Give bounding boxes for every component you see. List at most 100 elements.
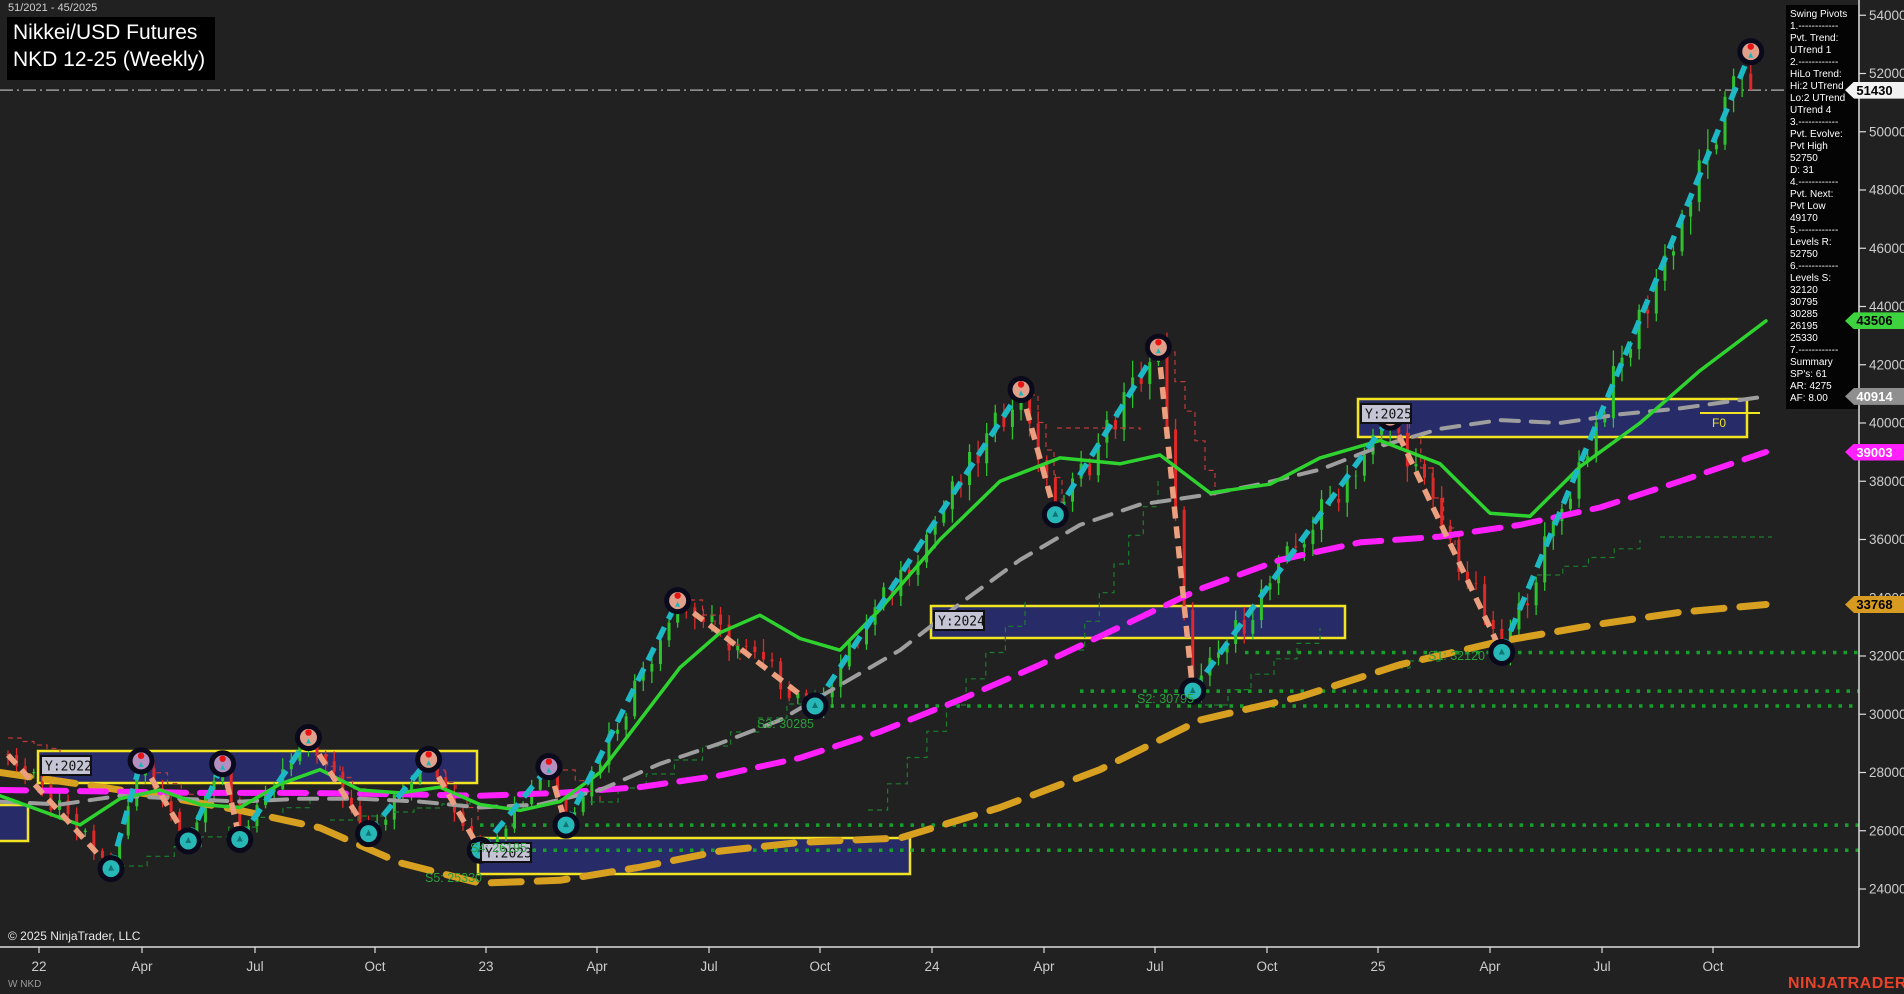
- ninjatrader-logo: NINJATRADER: [1788, 975, 1904, 992]
- x-tick-label: Jul: [1593, 959, 1610, 974]
- pivot-high-dot: [545, 758, 553, 765]
- x-tick-label: Apr: [586, 959, 608, 974]
- x-tick-label: Oct: [364, 959, 385, 974]
- support-level-label: S4: 26195: [470, 841, 527, 855]
- ma-fast-green: [0, 319, 1768, 827]
- side-panel-line: Levels R:: [1790, 237, 1832, 248]
- pivot-high-dot: [1155, 339, 1162, 346]
- y-tick-label: 42000: [1869, 357, 1904, 372]
- side-panel-line: AR: 4275: [1790, 381, 1832, 392]
- x-tick-label: Apr: [1033, 959, 1055, 974]
- y-tick-label: 30000: [1869, 707, 1904, 722]
- fib-label: F0: [1712, 416, 1726, 430]
- side-panel-line: 7.------------: [1790, 345, 1839, 356]
- y-tick-label: 36000: [1869, 532, 1904, 547]
- x-tick-label: 24: [924, 959, 940, 974]
- y-tick-label: 40000: [1869, 416, 1904, 431]
- year-chip-label: Y:2025: [1365, 408, 1412, 423]
- series-label: W NKD: [8, 979, 42, 990]
- pivot-high-dot: [1017, 381, 1025, 388]
- instrument-title: Nikkei/USD Futures NKD 12-25 (Weekly): [7, 17, 216, 80]
- side-panel-line: SP's: 61: [1790, 369, 1827, 380]
- y-tick-label: 38000: [1869, 474, 1904, 489]
- x-tick-label: 25: [1370, 959, 1385, 974]
- instrument-contract: NKD 12-25 (Weekly): [13, 47, 206, 71]
- side-panel-line: Swing Pivots: [1790, 9, 1848, 20]
- x-tick-label: Jul: [700, 959, 717, 974]
- pivot-high-dot: [305, 729, 312, 736]
- green-trail-step-line: [120, 798, 311, 867]
- y-tick-label: 28000: [1869, 765, 1904, 780]
- price-tag-last-price: 51430: [1845, 81, 1904, 99]
- side-panel-line: Pvt High: [1790, 141, 1828, 152]
- year-chip-label: Y:2022: [45, 760, 92, 775]
- x-tick-label: 22: [31, 959, 46, 974]
- price-tag-slow-ma: 39003: [1845, 443, 1904, 461]
- side-panel-line: Pvt Low: [1790, 201, 1826, 212]
- x-tick-label: Jul: [246, 959, 263, 974]
- zigzag-up-leg: [1499, 50, 1754, 654]
- support-levels: [480, 650, 1859, 853]
- year-box: [0, 803, 30, 843]
- year-box: [929, 604, 1347, 640]
- visible-range-label: 51/2021 - 45/2025: [8, 2, 98, 14]
- instrument-name: Nikkei/USD Futures: [13, 21, 198, 44]
- y-tick-label: 44000: [1869, 299, 1904, 314]
- side-panel-line: 52750: [1790, 153, 1818, 164]
- x-tick-label: Oct: [809, 959, 830, 974]
- x-tick-label: Apr: [1479, 959, 1501, 974]
- side-panel-line: Levels S:: [1790, 273, 1832, 284]
- x-tick-label: Oct: [1702, 959, 1723, 974]
- zigzag-up-leg: [1190, 415, 1393, 693]
- side-panel-line: 30795: [1790, 297, 1818, 308]
- side-panel-line: UTrend 1: [1790, 45, 1832, 56]
- swing-pivots-panel: Swing Pivots 1.------------ Pvt. Trend: UTr…: [1786, 5, 1858, 409]
- green-trail-step-line: [590, 690, 816, 803]
- x-tick-label: Apr: [131, 959, 153, 974]
- side-panel-line: 1.------------: [1790, 21, 1839, 32]
- red-trail-step-line: [1057, 427, 1141, 430]
- side-panel-line: 52750: [1790, 249, 1818, 260]
- zigzag-up-leg: [1053, 345, 1161, 517]
- y-tick-label: 46000: [1869, 241, 1904, 256]
- year-box: [1356, 397, 1749, 439]
- y-tick-label: 52000: [1869, 66, 1904, 81]
- pivot-high-dot: [219, 755, 226, 762]
- side-panel-line: 32120: [1790, 285, 1818, 296]
- side-panel-line: Pvt. Trend:: [1790, 33, 1839, 44]
- price-tag-fast-ma: 43506: [1845, 312, 1904, 330]
- pivot-high-dot: [425, 751, 432, 758]
- y-tick-label: 26000: [1869, 823, 1904, 838]
- side-panel-line: 2.------------: [1790, 57, 1839, 68]
- side-panel-line: 4.------------: [1790, 177, 1839, 188]
- side-panel-line: HiLo Trend:: [1790, 69, 1842, 80]
- swing-zigzag: [5, 50, 1754, 871]
- pivot-high-dot: [137, 752, 145, 760]
- price-tag-slowest-ma: 33768: [1845, 596, 1904, 613]
- zigzag-up-leg: [812, 388, 1024, 708]
- pivot-high-dot: [1747, 43, 1754, 50]
- side-panel-line: 3.------------: [1790, 117, 1839, 128]
- side-panel-line: UTrend 4: [1790, 105, 1832, 116]
- side-panel-line: Lo:2 UTrend: [1790, 93, 1846, 104]
- side-panel-line: 25330: [1790, 333, 1818, 344]
- side-panel-line: 5.------------: [1790, 225, 1839, 236]
- price-tag-mid-ma: 40914: [1845, 387, 1904, 405]
- pivot-high-dot: [674, 592, 681, 599]
- support-level-label: S1: 32120: [1428, 649, 1485, 663]
- y-tick-label: 50000: [1869, 124, 1904, 139]
- y-tick-label: 24000: [1869, 882, 1904, 897]
- chart-window: Y:2022 Y:2023 Y:2024 Y:2025 S1: 32120 S2: 307…: [0, 0, 1904, 994]
- side-panel-line: Pvt. Evolve:: [1790, 129, 1843, 140]
- y-tick-label: 54000: [1869, 8, 1904, 23]
- side-panel-line: 6.------------: [1790, 261, 1839, 272]
- side-panel-line: Summary: [1790, 357, 1833, 368]
- year-chip-label: Y:2024: [938, 615, 985, 630]
- side-panel-line: 49170: [1790, 213, 1818, 224]
- year-range-boxes: [0, 397, 1749, 876]
- price-chart[interactable]: Y:2022Y:2023Y:2024Y:2025S1: 32120S2: 307…: [0, 0, 1904, 994]
- ma-slow-magenta: [0, 449, 1769, 799]
- x-tick-label: Oct: [1256, 959, 1277, 974]
- x-tick-label: 23: [478, 959, 493, 974]
- y-tick-label: 32000: [1869, 649, 1904, 664]
